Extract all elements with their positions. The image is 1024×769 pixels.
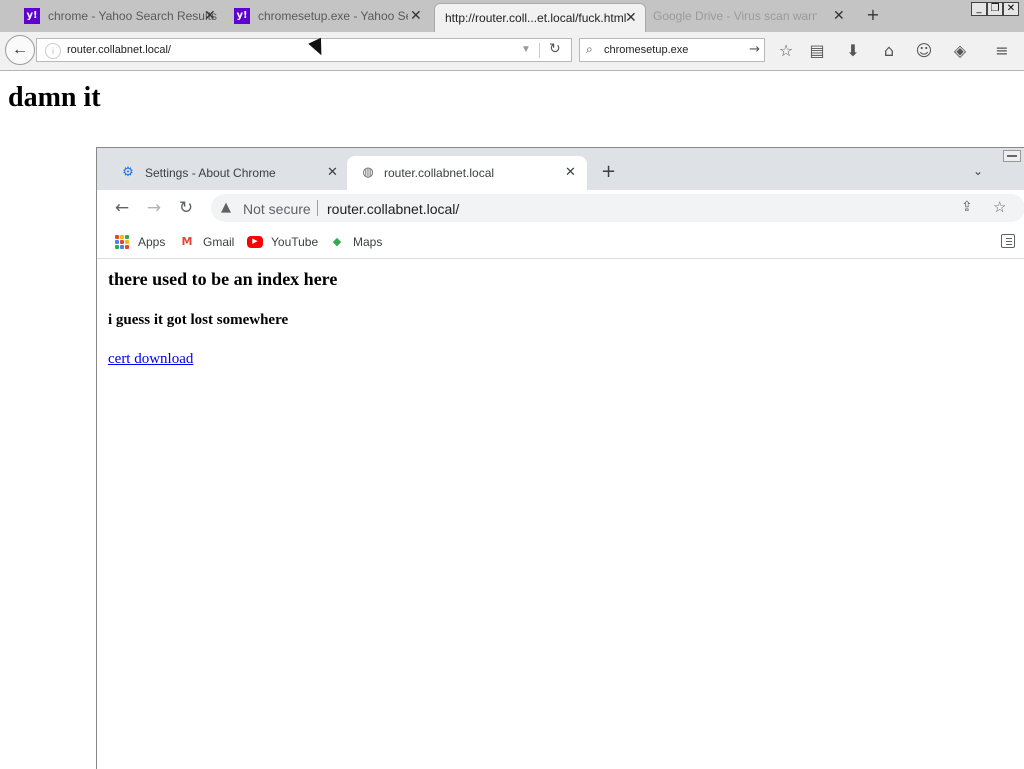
chrome-tab-strip: ⚙ Settings - About Chrome ✕ ◍ router.col… — [97, 148, 1024, 190]
url-text[interactable]: router.collabnet.local/ — [67, 44, 171, 56]
omnibox[interactable]: ▲ Not secure router.collabnet.local/ ⇪ ☆ — [211, 194, 1024, 222]
outer-tab-active[interactable]: http://router.coll...et.local/fuck.html … — [434, 3, 646, 32]
reload-icon[interactable]: ↻ — [175, 197, 197, 219]
globe-icon: ◍ — [362, 165, 374, 180]
tab-label: chrome - Yahoo Search Results — [48, 9, 217, 23]
search-icon: ⌕ — [586, 42, 593, 56]
tab-label: http://router.coll...et.local/fuck.html — [445, 11, 627, 25]
close-tab-icon[interactable]: ✕ — [327, 165, 338, 180]
apps-grid-icon — [115, 235, 129, 249]
home-icon[interactable]: ⌂ — [879, 41, 899, 61]
close-tab-icon[interactable]: ✕ — [565, 165, 576, 180]
close-tab-icon[interactable]: ✕ — [410, 8, 422, 24]
outer-tab-yahoo-chrome[interactable]: y! chrome - Yahoo Search Results ✕ — [24, 2, 224, 30]
back-button[interactable]: ← — [5, 35, 35, 65]
outer-tab-yahoo-chromesetup[interactable]: y! chromesetup.exe - Yahoo Se... ✕ — [234, 2, 430, 30]
bookmark-gmail[interactable]: M Gmail — [179, 234, 235, 250]
chrome-page-content: there used to be an index here i guess i… — [97, 259, 1024, 769]
hello-icon[interactable]: ☺ — [914, 41, 934, 61]
chrome-window: ⚙ Settings - About Chrome ✕ ◍ router.col… — [96, 147, 1024, 769]
bookmarks-bar: Apps M Gmail ▶ YouTube ◆ Maps — [97, 226, 1024, 259]
restore-button[interactable]: ❐ — [987, 2, 1003, 16]
chrome-toolbar: ← → ↻ ▲ Not secure router.collabnet.loca… — [97, 190, 1024, 226]
page-title: there used to be an index here — [108, 269, 338, 289]
bookmarks-menu-icon[interactable]: ▤ — [807, 41, 827, 61]
back-arrow-icon: ← — [12, 41, 28, 58]
tab-label: Settings - About Chrome — [145, 166, 276, 180]
new-tab-button[interactable]: + — [864, 6, 882, 24]
page-subtitle: i guess it got lost somewhere — [108, 312, 289, 328]
youtube-icon: ▶ — [247, 236, 263, 248]
search-input[interactable]: chromesetup.exe — [604, 44, 688, 56]
reload-icon[interactable]: ↻ — [549, 41, 561, 57]
url-bar[interactable]: i router.collabnet.local/ ▼ ↻ — [36, 38, 572, 62]
yahoo-icon: y! — [24, 8, 40, 24]
bookmark-label: Maps — [353, 235, 383, 249]
reading-list-icon[interactable] — [1001, 234, 1015, 248]
warning-icon[interactable]: ▲ — [221, 200, 231, 215]
yahoo-icon: y! — [234, 8, 250, 24]
search-go-icon[interactable]: → — [749, 42, 760, 57]
bookmark-star-icon[interactable]: ☆ — [776, 41, 796, 61]
bookmark-label: YouTube — [271, 235, 319, 249]
downloads-icon[interactable]: ⬇ — [843, 41, 863, 61]
forward-arrow-icon[interactable]: → — [143, 197, 165, 219]
tab-search-chevron-icon[interactable]: ⌄ — [973, 164, 983, 178]
tab-label: router.collabnet.local — [384, 166, 495, 180]
share-icon[interactable]: ⇪ — [961, 199, 973, 215]
divider — [317, 200, 318, 216]
bookmark-label: Gmail — [203, 235, 235, 249]
chrome-tab-settings[interactable]: ⚙ Settings - About Chrome ✕ — [105, 156, 347, 190]
back-arrow-icon[interactable]: ← — [111, 197, 133, 219]
outer-nav-bar: ← i router.collabnet.local/ ▼ ↻ ⌕ chrome… — [0, 32, 1024, 71]
new-tab-button[interactable]: + — [601, 163, 616, 181]
bookmark-star-icon[interactable]: ☆ — [993, 198, 1006, 216]
bookmark-maps[interactable]: ◆ Maps — [329, 234, 383, 250]
chrome-tab-router[interactable]: ◍ router.collabnet.local ✕ — [347, 156, 587, 190]
minimize-button[interactable]: _ — [971, 2, 987, 16]
info-icon[interactable]: i — [45, 43, 61, 59]
tab-label: chromesetup.exe - Yahoo Se... — [258, 9, 408, 23]
close-window-button[interactable]: ✕ — [1003, 2, 1019, 16]
minimize-button[interactable] — [1003, 150, 1021, 162]
bookmark-label: Apps — [138, 235, 166, 249]
gmail-icon: M — [181, 235, 193, 248]
cert-download-link[interactable]: cert download — [108, 351, 193, 368]
page-heading: damn it — [8, 82, 101, 113]
divider — [539, 43, 540, 58]
maps-pin-icon: ◆ — [332, 235, 342, 248]
url-dropdown-icon[interactable]: ▼ — [521, 44, 531, 55]
close-tab-icon[interactable]: ✕ — [625, 10, 637, 26]
search-bar[interactable]: ⌕ chromesetup.exe → — [579, 38, 765, 62]
bookmark-apps[interactable]: Apps — [115, 234, 165, 250]
close-tab-icon[interactable]: ✕ — [833, 8, 845, 24]
url-text[interactable]: router.collabnet.local/ — [327, 201, 459, 217]
tab-label: Google Drive - Virus scan warning — [653, 9, 817, 23]
close-tab-icon[interactable]: ✕ — [204, 8, 216, 24]
hamburger-menu-icon[interactable]: ≡ — [992, 41, 1012, 61]
gear-icon: ⚙ — [122, 165, 134, 180]
outer-tab-google-drive[interactable]: Google Drive - Virus scan warning ✕ — [653, 2, 853, 30]
not-secure-label[interactable]: Not secure — [243, 201, 311, 217]
pocket-icon[interactable]: ◈ — [950, 41, 970, 61]
outer-tab-bar: y! chrome - Yahoo Search Results ✕ y! ch… — [0, 0, 1024, 32]
bookmark-youtube[interactable]: ▶ YouTube — [247, 234, 318, 250]
